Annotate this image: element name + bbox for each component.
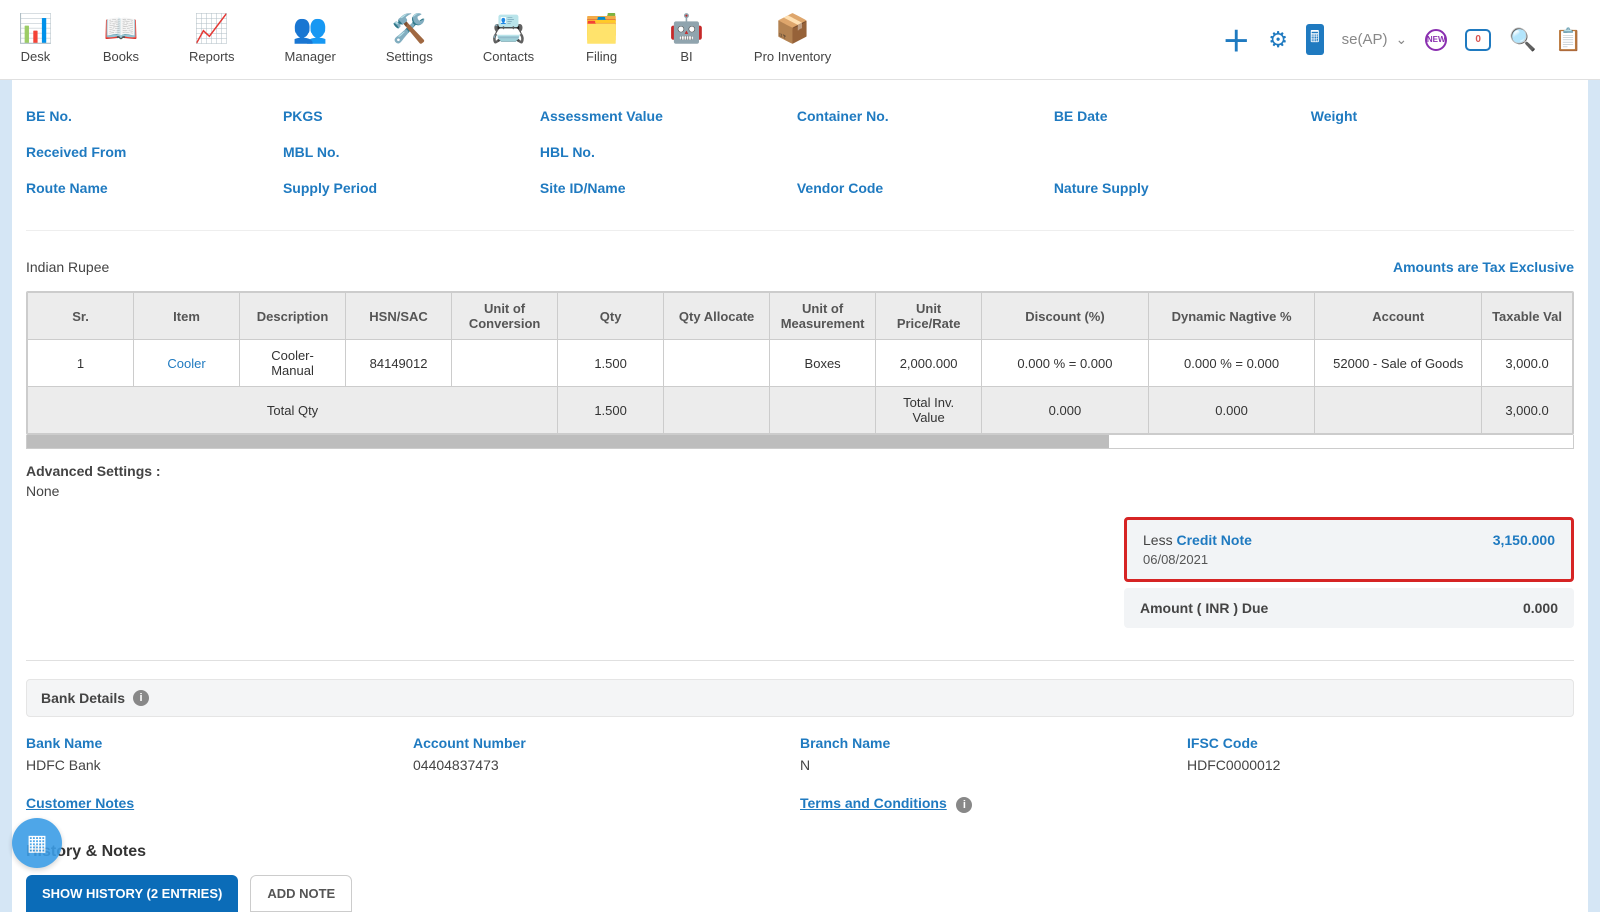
nav-reports[interactable]: 📈Reports	[189, 15, 235, 64]
terms-conditions-link[interactable]: Terms and Conditions	[800, 795, 947, 811]
reports-icon: 📈	[194, 15, 229, 43]
info-icon[interactable]: i	[956, 797, 972, 813]
field-vendor-code: Vendor Code	[797, 170, 1054, 206]
advanced-settings-value: None	[26, 483, 1574, 499]
nav-desk[interactable]: 📊Desk	[18, 15, 53, 64]
apps-fab-button[interactable]: ▦	[12, 818, 62, 868]
nav-contacts[interactable]: 📇Contacts	[483, 15, 534, 64]
contacts-icon: 📇	[491, 15, 526, 43]
nav-manager[interactable]: 👥Manager	[285, 15, 336, 64]
gear-icon[interactable]: ⚙	[1268, 27, 1288, 53]
search-icon[interactable]: 🔍	[1509, 27, 1536, 53]
header-fields: BE No. PKGS Assessment Value Container N…	[26, 98, 1574, 218]
credit-note-amount: 3,150.000	[1493, 532, 1555, 567]
calculator-icon[interactable]: 🖩	[1306, 24, 1324, 55]
nav-bi[interactable]: 🤖BI	[669, 15, 704, 64]
bank-details-header: Bank Details i	[26, 679, 1574, 717]
nav-books[interactable]: 📖Books	[103, 15, 139, 64]
field-mbl-no: MBL No.	[283, 134, 540, 170]
bi-icon: 🤖	[669, 15, 704, 43]
info-icon[interactable]: i	[133, 690, 149, 706]
history-notes-title: History & Notes	[26, 843, 1574, 861]
currency-label: Indian Rupee	[26, 259, 109, 275]
show-history-button[interactable]: SHOW HISTORY (2 ENTRIES)	[26, 875, 238, 912]
filing-icon: 🗂️	[584, 15, 619, 43]
add-icon[interactable]: ＋	[1222, 20, 1250, 60]
main-content: BE No. PKGS Assessment Value Container N…	[12, 80, 1588, 912]
field-hbl-no: HBL No.	[540, 134, 797, 170]
manager-icon: 👥	[293, 15, 328, 43]
tax-exclusive-toggle[interactable]: Amounts are Tax Exclusive	[1393, 259, 1574, 275]
field-be-date: BE Date	[1054, 98, 1311, 134]
credit-note-row: Less Credit Note 06/08/2021 3,150.000	[1124, 517, 1574, 582]
field-supply-period: Supply Period	[283, 170, 540, 206]
field-site-id: Site ID/Name	[540, 170, 797, 206]
user-menu[interactable]: se(AP) ⌄	[1342, 31, 1408, 48]
apps-grid-icon: ▦	[27, 830, 48, 856]
field-assessment-value: Assessment Value	[540, 98, 797, 134]
table-header-row: Sr.ItemDescription HSN/SACUnit of Conver…	[28, 293, 1573, 340]
horizontal-scrollbar[interactable]	[26, 435, 1574, 449]
field-weight: Weight	[1311, 98, 1568, 134]
inventory-icon: 📦	[775, 15, 810, 43]
customer-notes-link[interactable]: Customer Notes	[26, 795, 134, 811]
nav-filing[interactable]: 🗂️Filing	[584, 15, 619, 64]
nav-pro-inventory[interactable]: 📦Pro Inventory	[754, 15, 831, 64]
top-navbar: 📊Desk 📖Books 📈Reports 👥Manager 🛠️Setting…	[0, 0, 1600, 80]
settings-icon: 🛠️	[392, 15, 427, 43]
field-be-no: BE No.	[26, 98, 283, 134]
clipboard-icon[interactable]: 📋	[1555, 27, 1582, 53]
credit-note-date: 06/08/2021	[1143, 552, 1252, 567]
new-badge-icon[interactable]: NEW	[1425, 29, 1447, 51]
credit-note-link[interactable]: Credit Note	[1176, 532, 1251, 548]
add-note-button[interactable]: ADD NOTE	[250, 875, 352, 912]
amount-due-row: Amount ( INR ) Due 0.000	[1124, 588, 1574, 628]
field-nature-supply: Nature Supply	[1054, 170, 1311, 206]
item-link[interactable]: Cooler	[167, 356, 205, 371]
chevron-down-icon: ⌄	[1395, 31, 1407, 48]
field-received-from: Received From	[26, 134, 283, 170]
table-totals-row: Total Qty 1.500 Total Inv. Value 0.000 0…	[28, 387, 1573, 434]
advanced-settings-label: Advanced Settings :	[26, 449, 1574, 483]
notification-icon[interactable]: 0	[1465, 29, 1491, 51]
bank-details-grid: Bank Name HDFC Bank Account Number 04404…	[26, 735, 1574, 773]
field-pkgs: PKGS	[283, 98, 540, 134]
table-row[interactable]: 1 Cooler Cooler- Manual 84149012 1.500 B…	[28, 340, 1573, 387]
books-icon: 📖	[104, 15, 139, 43]
field-container-no: Container No.	[797, 98, 1054, 134]
items-table: Sr.ItemDescription HSN/SACUnit of Conver…	[26, 291, 1574, 435]
field-route-name: Route Name	[26, 170, 283, 206]
nav-settings[interactable]: 🛠️Settings	[386, 15, 433, 64]
desk-icon: 📊	[18, 15, 53, 43]
